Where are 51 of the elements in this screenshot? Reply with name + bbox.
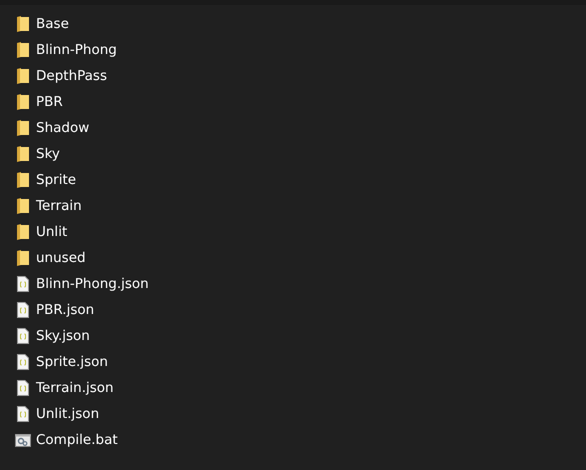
file-list-item[interactable]: Sky.json xyxy=(0,323,586,349)
file-list-item[interactable]: PBR.json xyxy=(0,297,586,323)
folder-icon xyxy=(17,42,29,58)
file-list-item[interactable]: Sprite xyxy=(0,167,586,193)
file-name: Sprite xyxy=(36,172,76,188)
file-list-item[interactable]: Base xyxy=(0,11,586,37)
file-name: Blinn-Phong xyxy=(36,42,117,58)
file-list-item[interactable]: PBR xyxy=(0,89,586,115)
gear-file-icon xyxy=(15,434,31,446)
folder-icon xyxy=(17,146,29,162)
file-list-item[interactable]: Compile.bat xyxy=(0,427,586,453)
json-file-icon xyxy=(17,406,29,422)
file-list-item[interactable]: Blinn-Phong xyxy=(0,37,586,63)
file-list-item[interactable]: Terrain.json xyxy=(0,375,586,401)
json-file-icon xyxy=(17,276,29,292)
file-list-item[interactable]: Shadow xyxy=(0,115,586,141)
file-list-item[interactable]: Unlit xyxy=(0,219,586,245)
file-name: Base xyxy=(36,16,69,32)
folder-icon xyxy=(17,172,29,188)
file-name: Compile.bat xyxy=(36,432,118,448)
file-name: Terrain xyxy=(36,198,82,214)
folder-icon xyxy=(17,120,29,136)
file-list-item[interactable]: DepthPass xyxy=(0,63,586,89)
file-name: Blinn-Phong.json xyxy=(36,276,149,292)
file-name: DepthPass xyxy=(36,68,107,84)
file-name: PBR.json xyxy=(36,302,94,318)
file-name: unused xyxy=(36,250,86,266)
file-name: Sky xyxy=(36,146,60,162)
file-list-item[interactable]: Blinn-Phong.json xyxy=(0,271,586,297)
json-file-icon xyxy=(17,354,29,370)
file-name: Terrain.json xyxy=(36,380,114,396)
file-list-item[interactable]: Sky xyxy=(0,141,586,167)
file-name: Shadow xyxy=(36,120,90,136)
file-name: Unlit.json xyxy=(36,406,100,422)
file-name: Sky.json xyxy=(36,328,90,344)
file-name: PBR xyxy=(36,94,63,110)
folder-icon xyxy=(17,68,29,84)
file-list-item[interactable]: Terrain xyxy=(0,193,586,219)
folder-icon xyxy=(17,94,29,110)
file-name: Unlit xyxy=(36,224,68,240)
file-list-item[interactable]: unused xyxy=(0,245,586,271)
file-list-item[interactable]: Unlit.json xyxy=(0,401,586,427)
folder-icon xyxy=(17,250,29,266)
json-file-icon xyxy=(17,328,29,344)
file-list-item[interactable]: Sprite.json xyxy=(0,349,586,375)
folder-icon xyxy=(17,16,29,32)
file-name: Sprite.json xyxy=(36,354,108,370)
folder-icon xyxy=(17,198,29,214)
json-file-icon xyxy=(17,302,29,318)
json-file-icon xyxy=(17,380,29,396)
folder-icon xyxy=(17,224,29,240)
